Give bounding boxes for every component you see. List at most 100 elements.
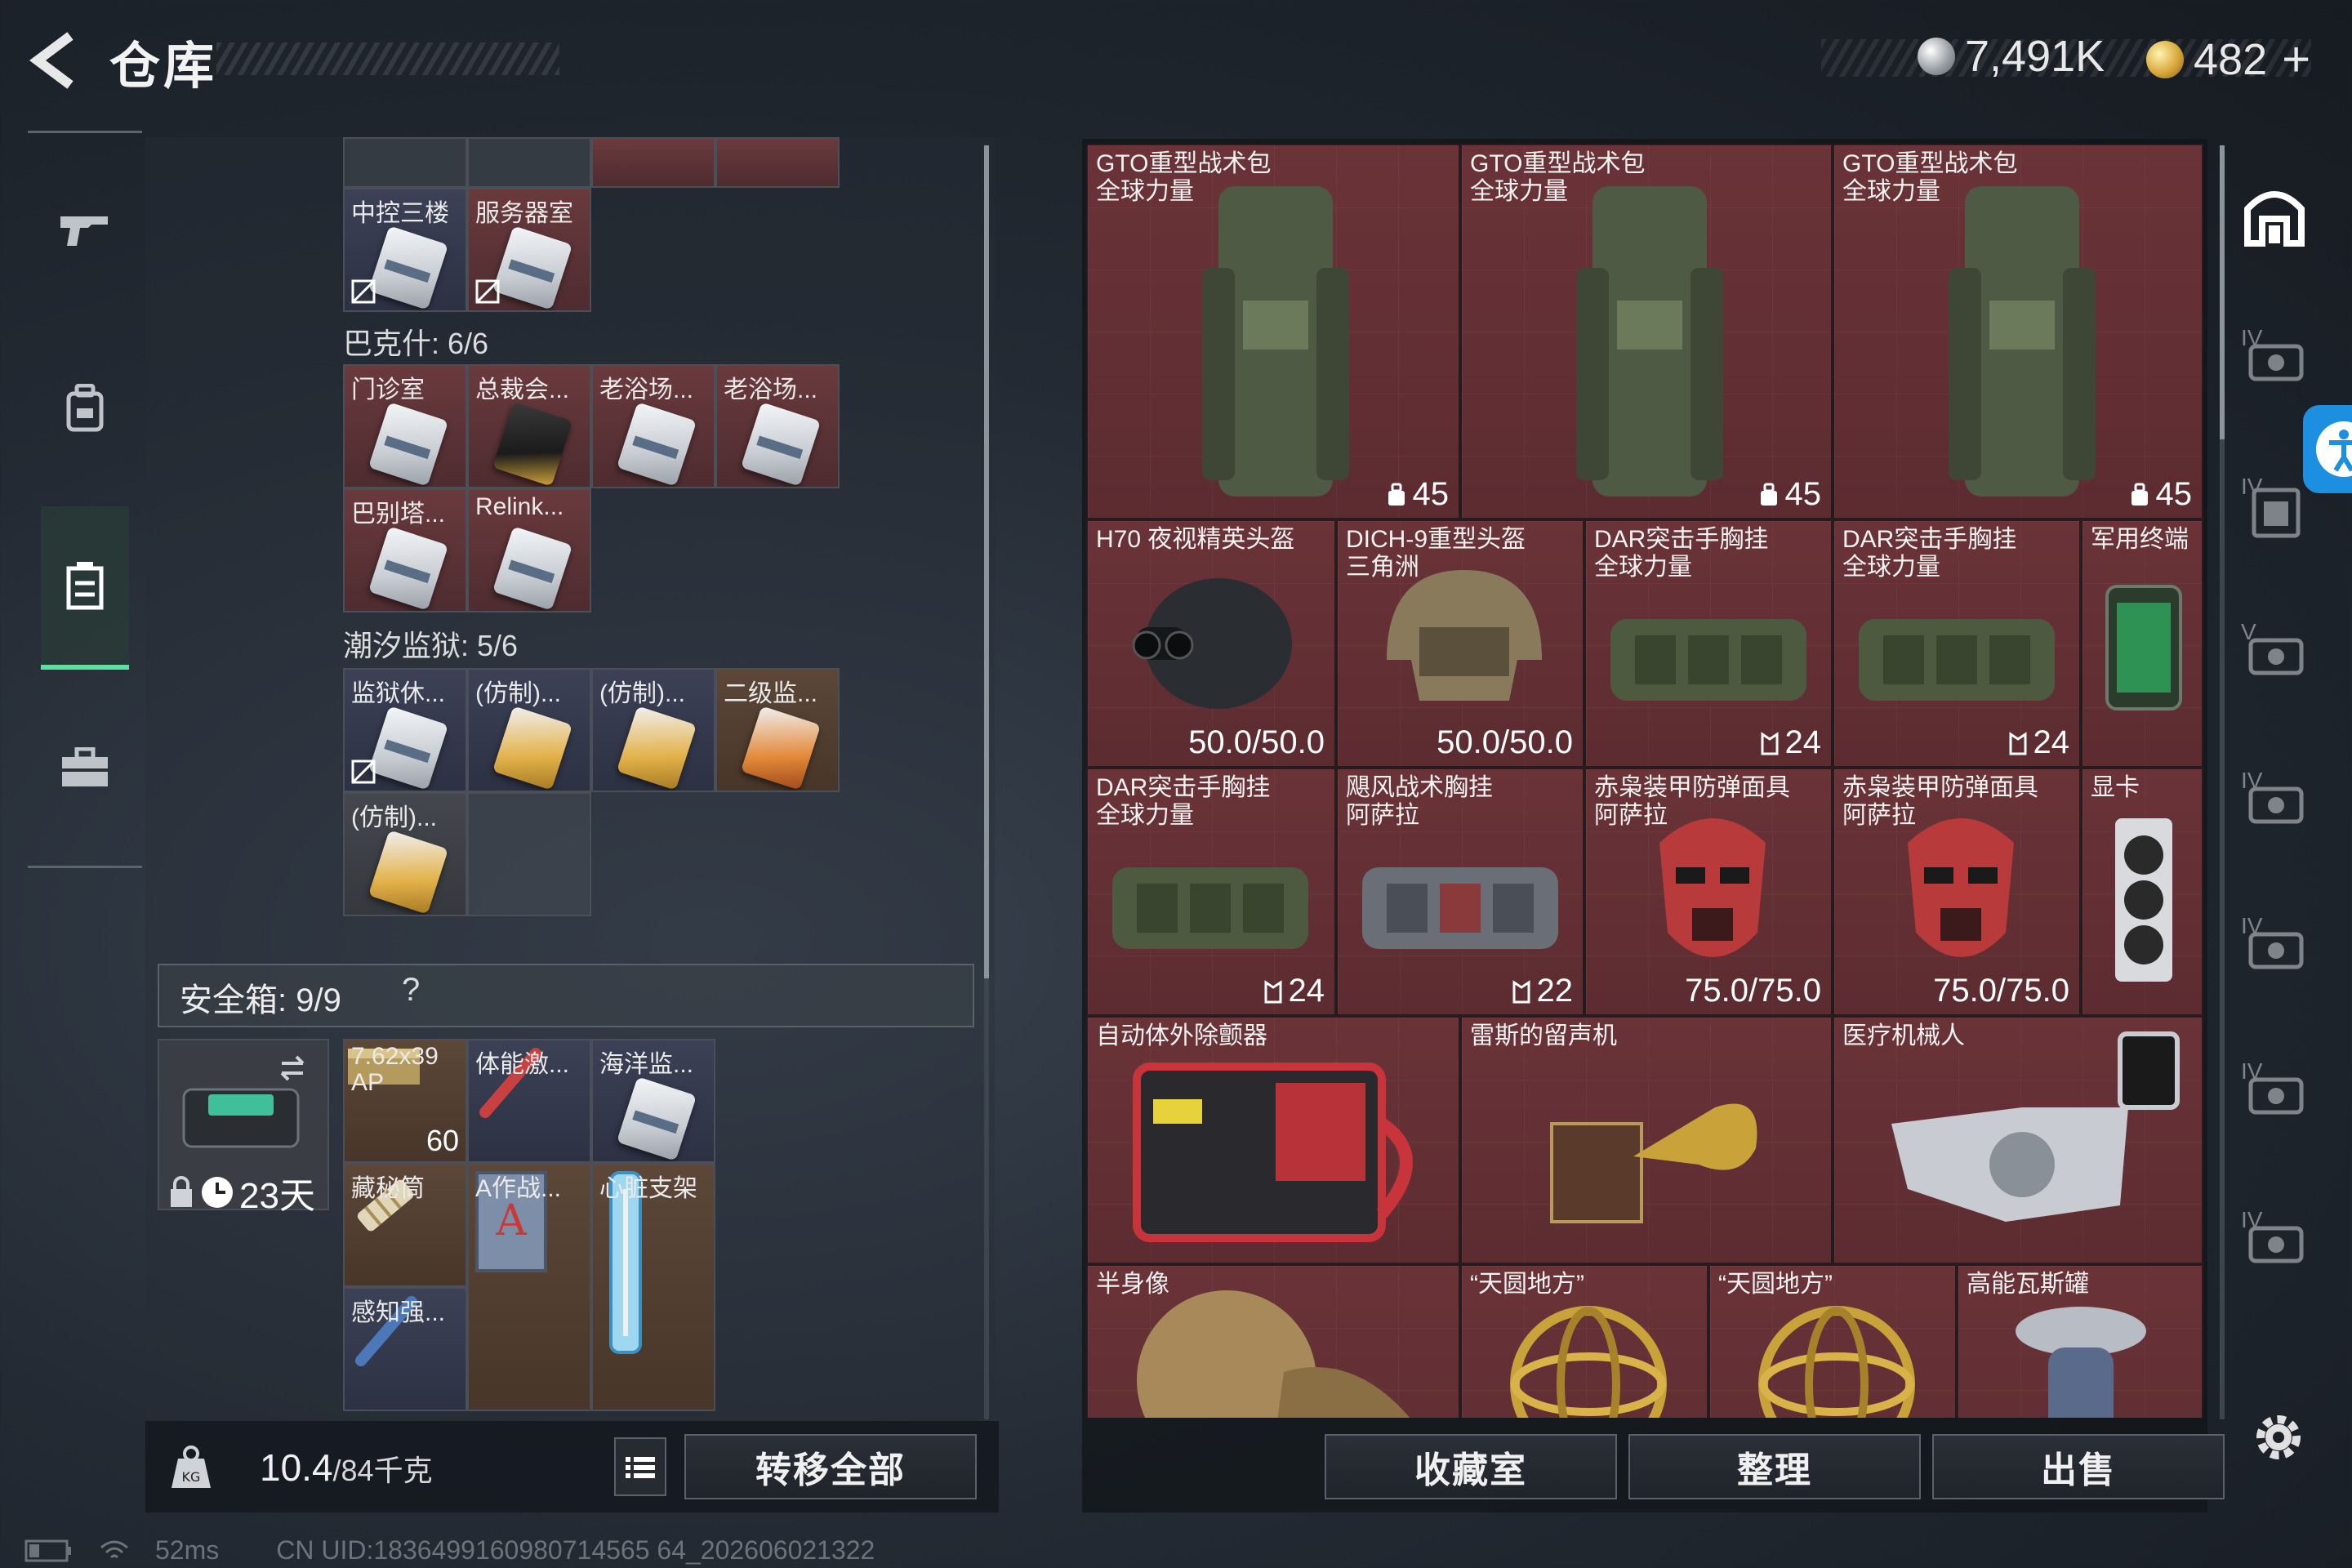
add-currency-button[interactable]: + — [2282, 31, 2310, 87]
stash-item-chest-rig[interactable]: DAR突击手胸挂 全球力量 24 — [1833, 519, 2081, 768]
item-label: 总裁会... — [475, 376, 570, 403]
stash-item-helmet[interactable]: DICH-9重型头盔 三角洲 50.0/50.0 — [1336, 519, 1584, 768]
keycard-icon — [740, 402, 822, 487]
stash-item-armillary[interactable]: “天圆地方” — [1708, 1264, 1957, 1418]
settings-gear-icon[interactable] — [2247, 1406, 2310, 1468]
ammo-slot[interactable]: 7.62x39 AP 60 — [343, 1039, 467, 1163]
stent-slot[interactable]: 心脏支架 — [591, 1163, 715, 1411]
stash-item-gas-canister[interactable]: 高能瓦斯罐 — [1957, 1264, 2203, 1418]
tier-filter-icon[interactable]: IV — [2239, 474, 2313, 544]
scrollbar-thumb[interactable] — [984, 145, 989, 978]
keycard-slot[interactable]: 总裁会... — [467, 364, 591, 488]
tier-filter-icon[interactable]: IV — [2239, 768, 2313, 838]
item-name: 飓风战术胸挂 阿萨拉 — [1346, 774, 1493, 829]
chest-rig-icon — [1362, 867, 1558, 949]
svg-text:A: A — [495, 1196, 528, 1245]
container-slot[interactable]: 藏秘筒 — [343, 1163, 467, 1287]
keycard-icon — [368, 402, 449, 487]
stash-item-defibrillator[interactable]: 自动体外除颤器 — [1086, 1016, 1460, 1264]
battery-icon — [24, 1539, 71, 1561]
keycard-slot[interactable]: 服务器室 — [467, 188, 591, 312]
injector-slot[interactable]: 体能激... — [467, 1039, 591, 1163]
item-label: 体能激... — [475, 1051, 570, 1078]
warehouse-scrollbar[interactable] — [984, 145, 989, 1419]
item-label: 7.62x39 AP — [351, 1043, 439, 1096]
stash-item-backpack[interactable]: GTO重型战术包 全球力量 45 — [1833, 144, 2203, 519]
sell-button[interactable]: 出售 — [1932, 1434, 2225, 1499]
scrollbar-thumb[interactable] — [2220, 145, 2225, 439]
gold-coin-icon — [2146, 40, 2184, 78]
stash-item-medical-robot[interactable]: 医疗机械人 — [1833, 1016, 2203, 1264]
rig-capacity-icon — [1264, 979, 1281, 1003]
item-label: 中控三楼 — [351, 200, 449, 227]
currency-gold-value: 482 — [2194, 34, 2268, 84]
stash-item-face-mask[interactable]: 赤枭装甲防弹面具 阿萨拉 75.0/75.0 — [1584, 768, 1833, 1016]
stash-item-gramophone[interactable]: 雷斯的留声机 — [1460, 1016, 1833, 1264]
stash-item-chest-rig[interactable]: 飓风战术胸挂 阿萨拉 22 — [1336, 768, 1584, 1016]
item-durability: 50.0/50.0 — [1437, 724, 1573, 760]
safebox-expiry: 23天 — [167, 1166, 315, 1218]
stash-item-gpu[interactable]: 显卡 — [2081, 768, 2203, 1016]
keycard-slot[interactable]: (仿制)... — [467, 668, 591, 792]
keycard-slot[interactable]: 老浴场... — [715, 364, 840, 488]
safebox-days: 23天 — [239, 1176, 315, 1216]
keycard-slot[interactable]: Relink... — [467, 488, 591, 612]
item-slot-cut[interactable] — [467, 137, 591, 188]
stash-item-terminal[interactable]: 军用终端 — [2081, 519, 2203, 768]
empty-slot[interactable] — [467, 792, 591, 916]
stash-item-face-mask[interactable]: 赤枭装甲防弹面具 阿萨拉 75.0/75.0 — [1833, 768, 2081, 1016]
stash-item-helmet[interactable]: H70 夜视精英头盔 50.0/50.0 — [1086, 519, 1336, 768]
injector-slot[interactable]: 感知强... — [343, 1287, 467, 1411]
keycard-slot[interactable]: 巴别塔... — [343, 488, 467, 612]
item-slot-cut[interactable] — [343, 137, 467, 188]
tier-filter-icon[interactable]: IV — [2239, 913, 2313, 983]
nav-equipment[interactable] — [41, 327, 129, 490]
transfer-all-button[interactable]: 转移全部 — [684, 1434, 977, 1499]
keycard-slot[interactable]: 中控三楼 — [343, 188, 467, 312]
item-name: 高能瓦斯罐 — [1967, 1271, 2089, 1298]
tier-filter-icon[interactable]: IV — [2239, 325, 2313, 395]
nav-weapons[interactable] — [41, 147, 129, 310]
sort-button[interactable]: 整理 — [1628, 1434, 1921, 1499]
nav-toolbox[interactable] — [41, 686, 129, 849]
backpack-icon — [1949, 186, 2096, 497]
stash-item-armillary[interactable]: “天圆地方” — [1460, 1264, 1708, 1418]
list-icon — [626, 1457, 655, 1478]
armillary-sphere-icon — [1510, 1306, 1667, 1418]
collection-room-button[interactable]: 收藏室 — [1325, 1434, 1617, 1499]
keycard-slot[interactable]: 海洋监... — [591, 1039, 715, 1163]
item-durability: 75.0/75.0 — [1685, 973, 1821, 1009]
keycard-slot[interactable]: (仿制)... — [343, 792, 467, 916]
stash-item-bust[interactable]: 半身像 — [1086, 1264, 1460, 1418]
backpack-icon — [1576, 186, 1723, 497]
nav-warehouse[interactable] — [41, 506, 129, 670]
safebox-label: 安全箱: 9/9 — [180, 982, 341, 1018]
storage-house-icon[interactable] — [2243, 185, 2306, 248]
keycard-slot[interactable]: 老浴场... — [591, 364, 715, 488]
tier-filter-icon[interactable]: IV — [2239, 1207, 2313, 1277]
stash-item-chest-rig[interactable]: DAR突击手胸挂 全球力量 24 — [1086, 768, 1336, 1016]
keycard-slot[interactable]: (仿制)... — [591, 668, 715, 792]
item-label: 心脏支架 — [599, 1175, 697, 1202]
item-capacity: 22 — [1511, 973, 1573, 1009]
item-name: 军用终端 — [2091, 526, 2189, 553]
item-name: GTO重型战术包 全球力量 — [1096, 150, 1272, 205]
item-label: 藏秘筒 — [351, 1175, 425, 1202]
keycard-slot[interactable]: 二级监... — [715, 668, 840, 792]
item-slot-cut[interactable] — [591, 137, 715, 188]
back-arrow-icon[interactable] — [23, 28, 88, 93]
stash-item-chest-rig[interactable]: DAR突击手胸挂 全球力量 24 — [1584, 519, 1833, 768]
help-icon[interactable]: ? — [402, 972, 420, 1009]
stash-scrollbar[interactable] — [2220, 145, 2225, 1419]
stash-item-backpack[interactable]: GTO重型战术包 全球力量 45 — [1086, 144, 1460, 519]
item-label: 感知强... — [351, 1299, 446, 1326]
item-slot-cut[interactable] — [715, 137, 840, 188]
manual-slot[interactable]: A作战... A — [467, 1163, 591, 1411]
currency-silver-value: 7,491K — [1965, 32, 2105, 81]
keycard-slot[interactable]: 门诊室 — [343, 364, 467, 488]
keycard-slot[interactable]: 监狱休... — [343, 668, 467, 792]
list-view-button[interactable] — [614, 1437, 666, 1496]
tier-filter-icon[interactable]: IV — [2239, 1058, 2313, 1129]
tier-filter-icon[interactable]: V — [2239, 619, 2313, 689]
stash-item-backpack[interactable]: GTO重型战术包 全球力量 45 — [1460, 144, 1833, 519]
